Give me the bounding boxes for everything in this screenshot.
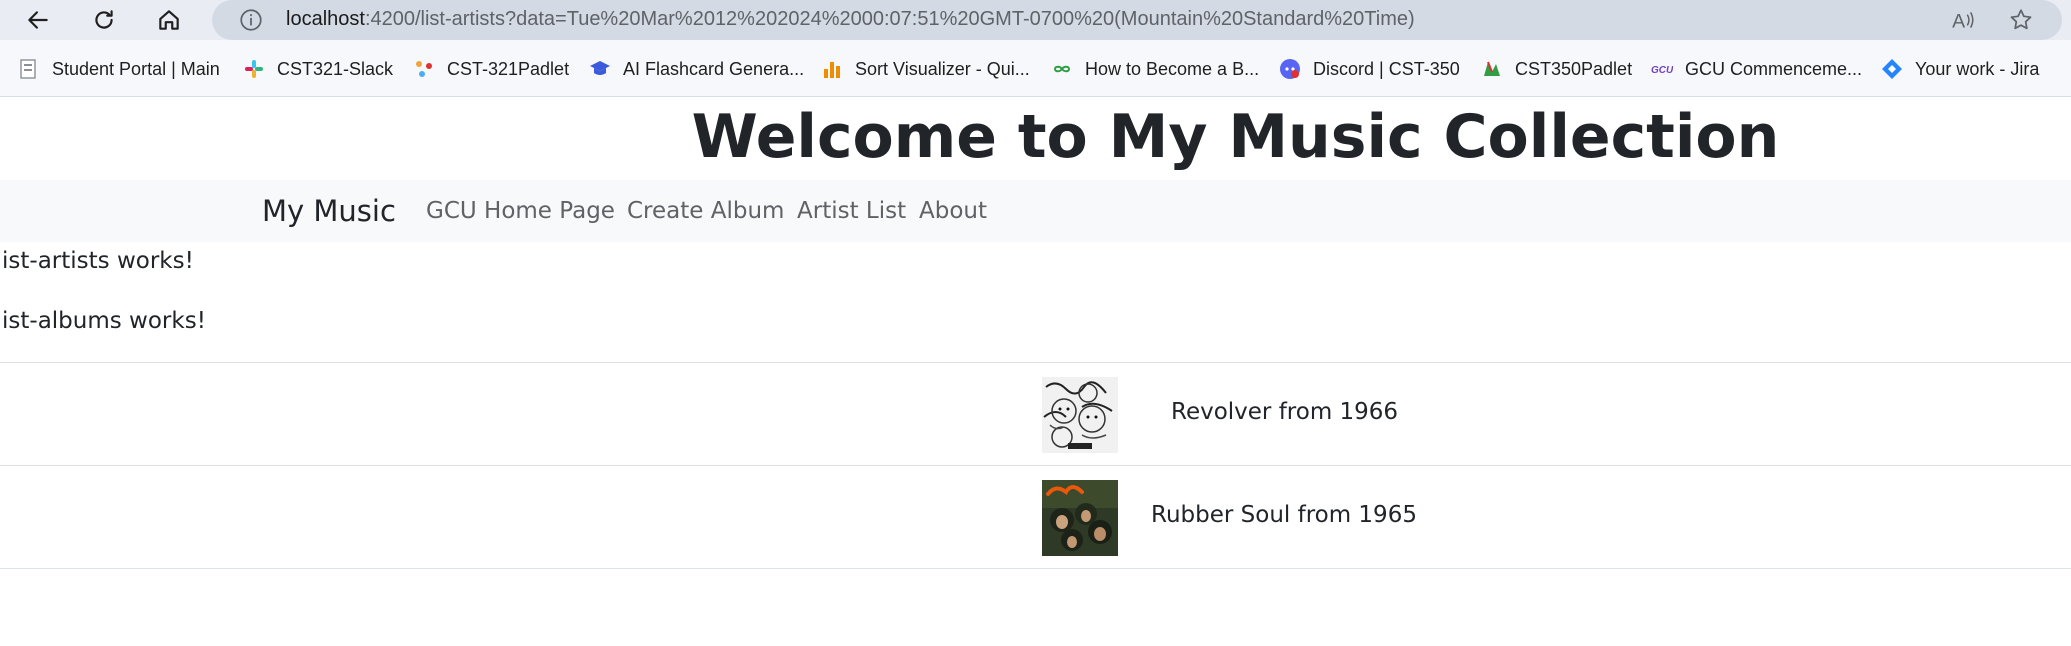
back-arrow-icon[interactable] xyxy=(20,2,56,38)
nav-link-about[interactable]: About xyxy=(919,198,987,224)
page-title-text: Welcome to My Music Collection xyxy=(691,102,1780,172)
site-navbar: My Music GCU Home Page Create Album Arti… xyxy=(0,180,2071,242)
padlet-icon xyxy=(1484,61,1500,76)
svg-text:GCU: GCU xyxy=(1651,65,1673,76)
bookmark-cst350-padlet[interactable]: CST350Padlet xyxy=(1481,56,1632,82)
album-label[interactable]: Revolver from 1966 xyxy=(1171,399,1398,425)
url-text[interactable]: localhost:4200/list-artists?data=Tue%20M… xyxy=(286,8,1415,31)
favorite-star-icon[interactable] xyxy=(2008,7,2034,33)
bookmark-cst321-slack[interactable]: CST321-Slack xyxy=(243,56,393,82)
album-cover-revolver xyxy=(1042,377,1118,453)
bookmark-gcu-commencement[interactable]: GCU GCU Commenceme... xyxy=(1651,56,1862,82)
bookmark-how-to-become[interactable]: How to Become a B... xyxy=(1051,56,1259,82)
bookmark-label: GCU Commenceme... xyxy=(1685,58,1863,79)
bookmark-label: AI Flashcard Genera... xyxy=(623,58,805,79)
nav-link-artist-list[interactable]: Artist List xyxy=(797,198,906,224)
padlet-icon xyxy=(416,61,432,77)
list-item[interactable]: Rubber Soul from 1965 xyxy=(0,465,2071,569)
bookmark-label: CST-321Padlet xyxy=(447,58,570,79)
infinity-icon xyxy=(1053,65,1071,73)
gcu-icon: GCU xyxy=(1651,65,1673,76)
list-item[interactable]: Revolver from 1966 xyxy=(0,362,2071,465)
bookmarks-bar: Student Portal | Main CST321-Slack CST-3… xyxy=(0,40,2071,97)
bookmark-label: Student Portal | Main xyxy=(52,58,220,79)
portal-icon xyxy=(20,59,36,79)
home-icon[interactable] xyxy=(151,2,187,38)
slack-icon xyxy=(245,60,263,78)
navbar-brand[interactable]: My Music xyxy=(262,194,396,228)
browser-toolbar: localhost:4200/list-artists?data=Tue%20M… xyxy=(0,0,2071,40)
bookmark-ai-flashcard[interactable]: AI Flashcard Genera... xyxy=(589,56,804,82)
page-title: Welcome to My Music Collection xyxy=(0,102,2071,172)
nav-link-create-album[interactable]: Create Album xyxy=(627,198,784,224)
album-label[interactable]: Rubber Soul from 1965 xyxy=(1151,502,1417,528)
discord-icon xyxy=(1280,59,1300,79)
album-cover-rubber-soul xyxy=(1042,480,1118,556)
jira-icon xyxy=(1882,59,1902,79)
bookmark-sort-visualizer[interactable]: Sort Visualizer - Qui... xyxy=(821,56,1030,82)
graduation-cap-icon xyxy=(590,61,610,75)
artists-works-text: ist-artists works! xyxy=(2,248,194,274)
bookmark-discord[interactable]: Discord | CST-350 xyxy=(1279,56,1460,82)
bookmark-label: CST321-Slack xyxy=(277,58,394,79)
reload-icon[interactable] xyxy=(86,2,122,38)
nav-link-gcu-home[interactable]: GCU Home Page xyxy=(426,198,615,224)
info-icon[interactable] xyxy=(238,7,264,33)
url-host: localhost xyxy=(286,8,365,30)
albums-works-text: ist-albums works! xyxy=(2,308,206,334)
bookmark-label: Discord | CST-350 xyxy=(1313,58,1460,79)
bookmark-cst321-padlet[interactable]: CST-321Padlet xyxy=(413,56,569,82)
url-path: :4200/list-artists?data=Tue%20Mar%2012%2… xyxy=(364,8,1415,30)
bookmark-student-portal[interactable]: Student Portal | Main xyxy=(18,56,220,82)
bookmark-label: CST350Padlet xyxy=(1515,58,1633,79)
bookmark-label: Sort Visualizer - Qui... xyxy=(855,58,1030,79)
bookmark-jira[interactable]: Your work - Jira xyxy=(1881,56,2039,82)
bookmark-label: How to Become a B... xyxy=(1085,58,1260,79)
bar-chart-icon xyxy=(824,62,840,78)
read-aloud-icon[interactable]: A xyxy=(1950,7,1976,33)
address-bar[interactable]: localhost:4200/list-artists?data=Tue%20M… xyxy=(212,0,2062,40)
album-list: Revolver from 1966 Rubber Soul from 1965 xyxy=(0,362,2071,569)
svg-text:A: A xyxy=(1952,11,1965,33)
bookmark-label: Your work - Jira xyxy=(1915,58,2040,79)
